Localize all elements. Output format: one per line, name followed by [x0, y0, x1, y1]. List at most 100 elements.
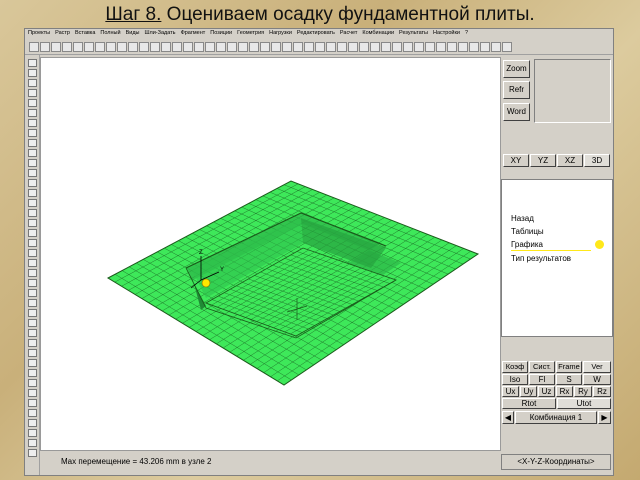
menu-item[interactable]: Нагрузки — [269, 30, 292, 36]
side-tool-icon[interactable] — [28, 349, 37, 357]
toolbar-tool-icon[interactable] — [414, 42, 424, 52]
menu-item[interactable]: Комбинации — [362, 30, 394, 36]
tab-ver[interactable]: Ver — [583, 361, 611, 373]
toolbar-tool-icon[interactable] — [260, 42, 270, 52]
toolbar-tool-icon[interactable] — [29, 42, 39, 52]
ry-button[interactable]: Ry — [574, 386, 592, 397]
side-tool-icon[interactable] — [28, 449, 37, 457]
tab-3d[interactable]: 3D — [584, 154, 610, 167]
menu-item[interactable]: ? — [465, 30, 468, 36]
toolbar-tool-icon[interactable] — [194, 42, 204, 52]
menu-item[interactable]: Настройки — [433, 30, 460, 36]
tab-yz[interactable]: YZ — [530, 154, 556, 167]
side-tool-icon[interactable] — [28, 279, 37, 287]
toolbar-tool-icon[interactable] — [337, 42, 347, 52]
tab-system[interactable]: Сист. — [529, 361, 555, 373]
toolbar-tool-icon[interactable] — [139, 42, 149, 52]
fl-button[interactable]: Fl — [529, 374, 555, 385]
rz-button[interactable]: Rz — [593, 386, 611, 397]
side-tool-icon[interactable] — [28, 399, 37, 407]
s-button[interactable]: S — [556, 374, 582, 385]
side-tool-icon[interactable] — [28, 129, 37, 137]
tab-coef[interactable]: Коэф — [502, 361, 528, 373]
toolbar-tool-icon[interactable] — [480, 42, 490, 52]
side-tool-icon[interactable] — [28, 419, 37, 427]
toolbar-tool-icon[interactable] — [491, 42, 501, 52]
side-tool-icon[interactable] — [28, 249, 37, 257]
side-tool-icon[interactable] — [28, 429, 37, 437]
toolbar-tool-icon[interactable] — [304, 42, 314, 52]
toolbar-tool-icon[interactable] — [447, 42, 457, 52]
toolbar-tool-icon[interactable] — [172, 42, 182, 52]
menu-item[interactable]: Результаты — [399, 30, 428, 36]
toolbar-tool-icon[interactable] — [315, 42, 325, 52]
side-tool-icon[interactable] — [28, 69, 37, 77]
side-tool-icon[interactable] — [28, 379, 37, 387]
side-tool-icon[interactable] — [28, 359, 37, 367]
toolbar-tool-icon[interactable] — [271, 42, 281, 52]
menu-item[interactable]: Позиции — [210, 30, 232, 36]
toolbar-tool-icon[interactable] — [40, 42, 50, 52]
side-tool-icon[interactable] — [28, 199, 37, 207]
toolbar-tool-icon[interactable] — [249, 42, 259, 52]
menu-item[interactable]: Геометрия — [237, 30, 264, 36]
toolbar-tool-icon[interactable] — [150, 42, 160, 52]
menu-item[interactable]: Виды — [126, 30, 140, 36]
model-canvas[interactable]: Z Y — [40, 57, 501, 451]
iso-button[interactable]: Iso — [502, 374, 528, 385]
toolbar-tool-icon[interactable] — [95, 42, 105, 52]
side-tool-icon[interactable] — [28, 269, 37, 277]
w-button[interactable]: W — [583, 374, 611, 385]
side-tool-icon[interactable] — [28, 189, 37, 197]
list-item-graphics[interactable]: Графика — [511, 240, 543, 249]
toolbar-tool-icon[interactable] — [227, 42, 237, 52]
rx-button[interactable]: Rx — [556, 386, 573, 397]
combination-prev-button[interactable]: ◀ — [502, 411, 514, 424]
side-tool-icon[interactable] — [28, 99, 37, 107]
toolbar-tool-icon[interactable] — [469, 42, 479, 52]
rtot-button[interactable]: Rtot — [502, 398, 556, 409]
side-tool-icon[interactable] — [28, 409, 37, 417]
uy-button[interactable]: Uy — [520, 386, 537, 397]
side-tool-icon[interactable] — [28, 169, 37, 177]
menu-item[interactable]: Фрагмент — [181, 30, 206, 36]
toolbar-tool-icon[interactable] — [348, 42, 358, 52]
side-tool-icon[interactable] — [28, 319, 37, 327]
side-tool-icon[interactable] — [28, 79, 37, 87]
toolbar-tool-icon[interactable] — [403, 42, 413, 52]
toolbar-tool-icon[interactable] — [216, 42, 226, 52]
menu-item[interactable]: Редактировать — [297, 30, 335, 36]
side-tool-icon[interactable] — [28, 339, 37, 347]
menu-item[interactable]: Проекты — [28, 30, 50, 36]
menu-item[interactable]: Расчет — [340, 30, 358, 36]
tab-xy[interactable]: XY — [503, 154, 529, 167]
coordinates-button[interactable]: <X-Y-Z-Координаты> — [501, 454, 611, 470]
side-tool-icon[interactable] — [28, 439, 37, 447]
ux-button[interactable]: Ux — [502, 386, 519, 397]
side-tool-icon[interactable] — [28, 139, 37, 147]
list-item-result-type[interactable]: Тип результатов — [511, 254, 571, 263]
toolbar-tool-icon[interactable] — [117, 42, 127, 52]
side-tool-icon[interactable] — [28, 289, 37, 297]
toolbar-tool-icon[interactable] — [161, 42, 171, 52]
zoom-button[interactable]: Zoom — [503, 60, 530, 78]
side-tool-icon[interactable] — [28, 119, 37, 127]
toolbar-tool-icon[interactable] — [326, 42, 336, 52]
side-tool-icon[interactable] — [28, 369, 37, 377]
menu-item[interactable]: Вставка — [75, 30, 95, 36]
side-tool-icon[interactable] — [28, 159, 37, 167]
toolbar-tool-icon[interactable] — [183, 42, 193, 52]
side-tool-icon[interactable] — [28, 109, 37, 117]
toolbar-tool-icon[interactable] — [392, 42, 402, 52]
side-tool-icon[interactable] — [28, 329, 37, 337]
toolbar-tool-icon[interactable] — [381, 42, 391, 52]
toolbar-tool-icon[interactable] — [51, 42, 61, 52]
tab-frame[interactable]: Frame — [556, 361, 582, 373]
list-item-back[interactable]: Назад — [511, 214, 534, 223]
side-tool-icon[interactable] — [28, 239, 37, 247]
side-tool-icon[interactable] — [28, 149, 37, 157]
uz-button[interactable]: Uz — [538, 386, 555, 397]
toolbar-tool-icon[interactable] — [238, 42, 248, 52]
list-item-tables[interactable]: Таблицы — [511, 227, 544, 236]
side-tool-icon[interactable] — [28, 219, 37, 227]
